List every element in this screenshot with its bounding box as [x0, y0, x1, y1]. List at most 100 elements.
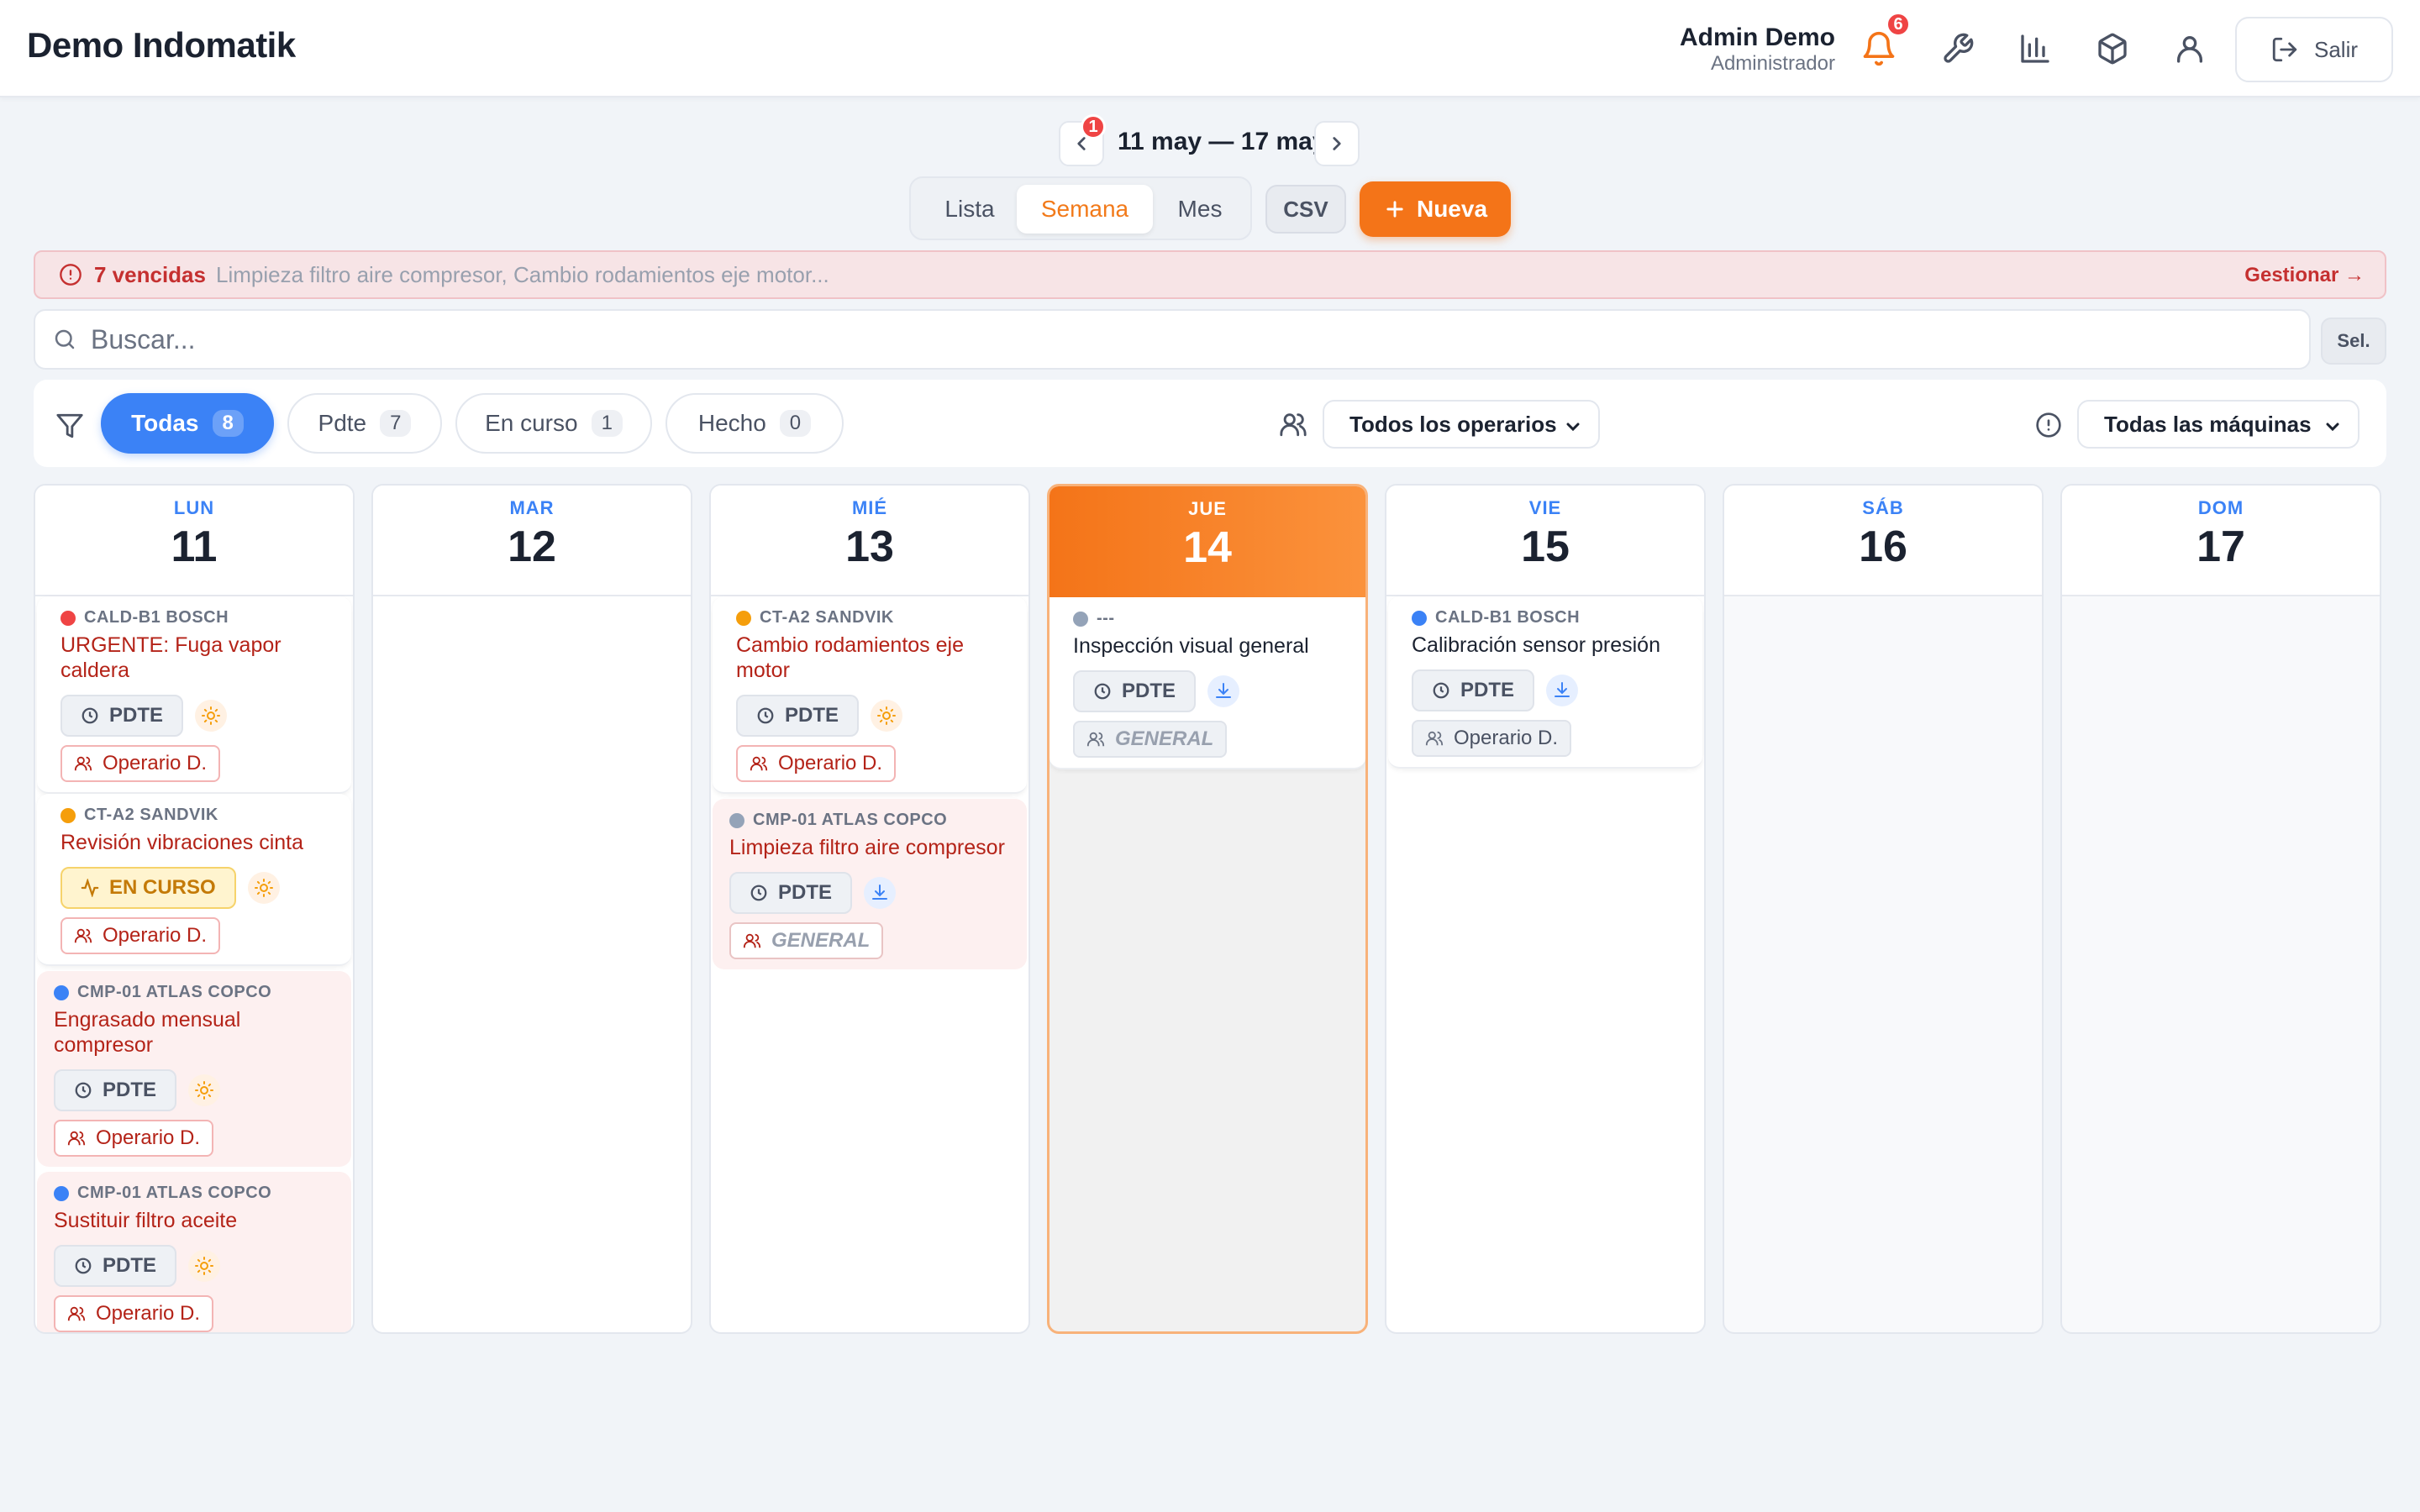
task-card[interactable]: --- Inspección visual general PDTE GENER… — [1050, 597, 1365, 769]
filter-chip-label: Todas — [131, 410, 199, 436]
day-header: MAR 12 — [373, 486, 691, 596]
day-number: 16 — [1859, 522, 1907, 571]
tab-week[interactable]: Semana — [1017, 185, 1153, 234]
priority-dot — [736, 610, 751, 626]
task-card[interactable]: CALD-B1 BOSCH Calibración sensor presión… — [1388, 596, 1702, 769]
day-header: VIE 15 — [1386, 486, 1704, 596]
day-header: DOM 17 — [2062, 486, 2380, 596]
day-number: 12 — [508, 522, 556, 571]
status-label: PDTE — [1460, 679, 1515, 701]
new-task-button[interactable]: Nueva — [1360, 181, 1511, 237]
day-name: DOM — [2197, 497, 2244, 518]
clock-icon — [757, 707, 774, 724]
select-mode-button[interactable]: Sel. — [2321, 318, 2386, 365]
filter-chip-all[interactable]: Todas 8 — [101, 393, 274, 454]
sun-icon — [202, 706, 221, 725]
user-role: Administrador — [1710, 52, 1835, 75]
profile-button[interactable] — [2170, 29, 2210, 69]
status-badge: PDTE — [729, 872, 853, 914]
clock-icon — [82, 707, 98, 724]
users-icon — [67, 1131, 86, 1146]
tab-month[interactable]: Mes — [1155, 185, 1245, 234]
preventive-type — [195, 700, 228, 732]
status-badge: PDTE — [54, 1069, 177, 1111]
inventory-button[interactable] — [2092, 29, 2133, 69]
task-machine: CT-A2 SANDVIK — [84, 806, 218, 824]
day-name: SÁB — [1862, 497, 1904, 518]
corrective-type — [1546, 675, 1579, 706]
reports-button[interactable] — [2015, 29, 2055, 69]
preventive-type — [188, 1250, 221, 1282]
filter-chip-pending[interactable]: Pdte 7 — [287, 393, 442, 454]
download-icon — [872, 885, 888, 900]
task-card[interactable]: CMP-01 ATLAS COPCO Limpieza filtro aire … — [713, 799, 1027, 969]
task-card[interactable]: CT-A2 SANDVIK Revisión vibraciones cinta… — [37, 794, 351, 966]
next-week-button[interactable] — [1314, 121, 1360, 166]
assignee-tag: Operario D. — [60, 917, 221, 954]
assignee-name: GENERAL — [1115, 727, 1214, 750]
operator-select[interactable]: Todos los operarios — [1323, 400, 1600, 449]
notifications-button[interactable]: 6 — [1859, 12, 1911, 69]
task-machine: CMP-01 ATLAS COPCO — [77, 983, 272, 1001]
day-number: 14 — [1183, 523, 1232, 572]
day-header: JUE 14 — [1050, 486, 1365, 597]
sun-icon — [195, 1257, 214, 1275]
filter-chip-done[interactable]: Hecho 0 — [666, 393, 844, 454]
status-label: PDTE — [1122, 680, 1176, 702]
user-name: Admin Demo — [1679, 24, 1835, 51]
logout-button[interactable]: Salir — [2235, 17, 2393, 82]
assignee-name: Operario D. — [103, 752, 208, 774]
day-column-sun: DOM 17 — [2060, 484, 2381, 1334]
task-machine: CALD-B1 BOSCH — [84, 608, 229, 627]
prev-week-button[interactable]: 1 — [1059, 114, 1106, 166]
day-column-fri: VIE 15 CALD-B1 BOSCH Calibración sensor … — [1385, 484, 1706, 1334]
user-icon — [2177, 36, 2202, 63]
chevron-right-icon — [1333, 137, 1341, 150]
machine-select-value: Todas las máquinas — [2104, 411, 2312, 437]
priority-dot — [60, 610, 76, 626]
view-toggle: Lista Semana Mes — [909, 176, 1252, 240]
tools-button[interactable] — [1938, 29, 1978, 69]
clock-icon — [750, 885, 767, 901]
clock-icon — [1094, 683, 1111, 700]
manage-overdue-link[interactable]: Gestionar → — [2244, 264, 2365, 287]
csv-export-button[interactable]: CSV — [1265, 185, 1346, 234]
status-label: PDTE — [103, 1079, 157, 1101]
alert-circle-icon — [2036, 412, 2061, 438]
task-card[interactable]: CMP-01 ATLAS COPCO Sustituir filtro acei… — [37, 1172, 351, 1332]
status-badge: PDTE — [1412, 669, 1535, 711]
users-icon — [74, 756, 92, 771]
filter-chip-in-progress[interactable]: En curso 1 — [455, 393, 652, 454]
new-task-label: Nueva — [1416, 196, 1488, 222]
task-machine: CALD-B1 BOSCH — [1435, 608, 1581, 627]
day-column-thu: JUE 14 --- Inspección visual general PDT… — [1047, 484, 1368, 1334]
filter-chip-count: 8 — [212, 410, 244, 437]
chevron-down-icon — [1566, 423, 1580, 432]
status-label: PDTE — [785, 704, 839, 727]
day-name: LUN — [173, 497, 215, 518]
status-badge: PDTE — [736, 695, 860, 737]
week-navigator: 1 11 may — 17 may — [1059, 114, 1361, 166]
clock-icon — [1433, 682, 1449, 699]
day-number: 11 — [171, 522, 218, 571]
tab-list[interactable]: Lista — [919, 185, 1020, 234]
overdue-task-list: Limpieza filtro aire compresor, Cambio r… — [215, 261, 829, 287]
preventive-type — [247, 872, 280, 904]
alert-circle-icon — [60, 264, 82, 286]
task-card[interactable]: CMP-01 ATLAS COPCO Engrasado mensual com… — [37, 971, 351, 1167]
search-input[interactable] — [91, 323, 2191, 355]
task-title: Engrasado mensual compresor — [54, 1008, 241, 1057]
app-brand[interactable]: Demo Indomatik — [27, 25, 296, 66]
day-number: 17 — [2196, 522, 2245, 571]
priority-dot — [60, 807, 76, 823]
sun-icon — [195, 1081, 214, 1100]
priority-dot — [54, 984, 69, 1000]
task-title: URGENTE: Fuga vapor caldera — [60, 633, 281, 682]
task-card[interactable]: CT-A2 SANDVIK Cambio rodamientos eje mot… — [713, 596, 1027, 794]
filter-chip-label: Hecho — [697, 410, 766, 436]
day-header: SÁB 16 — [1724, 486, 2042, 596]
preventive-type — [188, 1074, 221, 1106]
machine-select[interactable]: Todas las máquinas — [2077, 400, 2360, 449]
task-card[interactable]: CALD-B1 BOSCH URGENTE: Fuga vapor calder… — [37, 596, 351, 794]
day-header: LUN 11 — [35, 486, 353, 596]
